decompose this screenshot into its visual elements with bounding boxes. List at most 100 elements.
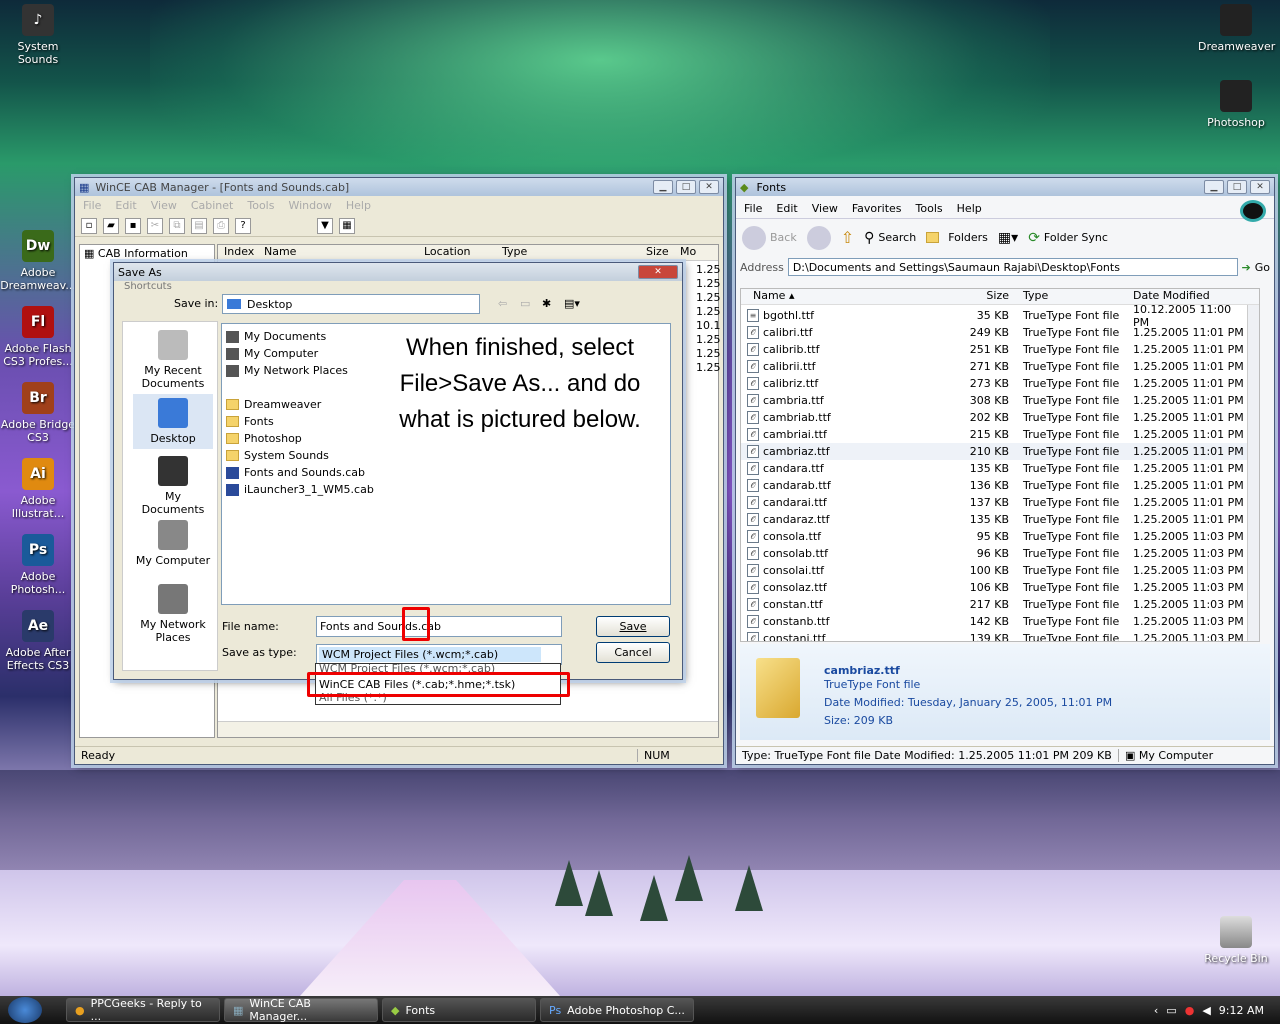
file-list-item[interactable]: Fonts and Sounds.cab (226, 464, 365, 481)
cut-icon[interactable]: ✂ (147, 217, 163, 234)
place-2[interactable]: My Documents (133, 456, 213, 516)
close-button[interactable]: ✕ (638, 265, 678, 279)
file-list-item[interactable]: Dreamweaver (226, 396, 321, 413)
table-row[interactable]: 𝒪candarab.ttf 136 KB TrueType Font file 1.2… (741, 477, 1249, 494)
file-list-item[interactable]: My Documents (226, 328, 326, 345)
properties-icon[interactable]: ▦ (339, 217, 355, 234)
desktop-icon[interactable]: Dw Adobe Dreamweav... (0, 230, 76, 292)
file-list-item[interactable]: Fonts (226, 413, 274, 430)
print-icon[interactable]: ⎙ (213, 217, 229, 234)
minimize-button[interactable]: ▁ (653, 180, 673, 194)
table-row[interactable]: 𝒪constanb.ttf 142 KB TrueType Font file 1.2… (741, 613, 1249, 630)
task-wince-cab[interactable]: ▦ WinCE CAB Manager... (224, 997, 378, 1023)
table-row[interactable]: 𝒪consolai.ttf 100 KB TrueType Font file 1.2… (741, 562, 1249, 579)
file-list-item[interactable]: Photoshop (226, 430, 302, 447)
col-type[interactable]: Type (1013, 289, 1125, 304)
table-row[interactable]: 𝒪consola.ttf 95 KB TrueType Font file 1.25.… (741, 528, 1249, 545)
save-button[interactable]: Save (596, 616, 670, 637)
security-icon[interactable]: ● (1185, 1004, 1195, 1017)
desktop-icon[interactable]: Ae Adobe After Effects CS3 (0, 610, 76, 672)
maximize-button[interactable]: □ (1227, 180, 1247, 194)
desktop-icon[interactable]: Ai Adobe Illustrat... (0, 458, 76, 520)
col-size[interactable]: Size (921, 289, 1013, 304)
minimize-button[interactable]: ▁ (1204, 180, 1224, 194)
table-row[interactable]: 𝒪calibriz.ttf 273 KB TrueType Font file 1.2… (741, 375, 1249, 392)
save-as-titlebar[interactable]: Save As ✕ (114, 263, 682, 281)
table-row[interactable]: 𝒪candarai.ttf 137 KB TrueType Font file 1.2… (741, 494, 1249, 511)
task-photoshop[interactable]: Ps Adobe Photoshop C... (540, 998, 694, 1022)
desktop-icon-photoshop[interactable]: Photoshop (1198, 80, 1274, 129)
menu-item[interactable]: Favorites (852, 202, 902, 215)
folder-sync-button[interactable]: ⟳ Folder Sync (1028, 230, 1108, 246)
menu-item[interactable]: Tools (247, 199, 274, 212)
menu-item[interactable]: Help (957, 202, 982, 215)
table-row[interactable]: 𝒪calibrii.ttf 271 KB TrueType Font file 1.2… (741, 358, 1249, 375)
copy-icon[interactable]: ⧉ (169, 217, 185, 234)
new-folder-icon[interactable]: ✱ (542, 297, 551, 310)
horizontal-scrollbar[interactable] (218, 721, 718, 737)
network-icon[interactable]: ▭ (1166, 1004, 1176, 1017)
table-row[interactable]: 𝒪consolab.ttf 96 KB TrueType Font file 1.25… (741, 545, 1249, 562)
views-icon[interactable]: ▦▾ (998, 230, 1018, 246)
start-button[interactable] (0, 996, 50, 1024)
table-row[interactable]: 𝒪calibrib.ttf 251 KB TrueType Font file 1.2… (741, 341, 1249, 358)
back-arrow-icon[interactable]: ⇦ (498, 297, 507, 310)
desktop-icon[interactable]: Fl Adobe Flash CS3 Profes... (0, 306, 76, 368)
save-icon[interactable]: ▪ (125, 217, 141, 234)
place-3[interactable]: My Computer (133, 520, 213, 567)
folders-button[interactable]: Folders (926, 231, 988, 244)
filename-input[interactable]: Fonts and Sounds.cab (316, 616, 562, 637)
table-row[interactable]: 𝒪cambriaz.ttf 210 KB TrueType Font file 1.2… (741, 443, 1249, 460)
open-icon[interactable]: ▰ (103, 217, 119, 234)
file-list-item[interactable]: System Sounds (226, 447, 329, 464)
fonts-titlebar[interactable]: ◆ Fonts ▁ □ ✕ (736, 178, 1274, 196)
maximize-button[interactable]: □ (676, 180, 696, 194)
menu-item[interactable]: Help (346, 199, 371, 212)
menu-item[interactable]: View (812, 202, 838, 215)
place-0[interactable]: My Recent Documents (133, 330, 213, 390)
desktop-icon-recycle-bin[interactable]: Recycle Bin (1198, 916, 1274, 965)
desktop-icon[interactable]: ♪ System Sounds (0, 4, 76, 66)
tray-expand-icon[interactable]: ‹ (1154, 1004, 1158, 1017)
table-row[interactable]: 𝒪calibri.ttf 249 KB TrueType Font file 1.25… (741, 324, 1249, 341)
menu-item[interactable]: Tools (916, 202, 943, 215)
col-type[interactable]: Type (496, 245, 646, 260)
go-arrow-icon[interactable]: ➔ (1242, 261, 1251, 274)
tree-root[interactable]: ▦ CAB Information (80, 245, 214, 262)
new-icon[interactable]: ▫ (81, 217, 97, 234)
search-button[interactable]: ⚲ Search (864, 230, 916, 246)
col-name[interactable]: Name ▴ (741, 289, 921, 304)
clock[interactable]: 9:12 AM (1219, 1004, 1264, 1017)
paste-icon[interactable]: ▤ (191, 217, 207, 234)
col-size[interactable]: Size (646, 245, 676, 260)
col-name[interactable]: Name (258, 245, 418, 260)
table-row[interactable]: 𝒪cambriab.ttf 202 KB TrueType Font file 1.2… (741, 409, 1249, 426)
up-folder-icon[interactable]: ⇧ (841, 228, 854, 247)
desktop-icon[interactable]: Ps Adobe Photosh... (0, 534, 76, 596)
table-row[interactable]: 𝒪candaraz.ttf 135 KB TrueType Font file 1.2… (741, 511, 1249, 528)
col-location[interactable]: Location (418, 245, 496, 260)
menu-item[interactable]: View (151, 199, 177, 212)
cab-titlebar[interactable]: ▦ WinCE CAB Manager - [Fonts and Sounds.… (75, 178, 723, 196)
cancel-button[interactable]: Cancel (596, 642, 670, 663)
col-index[interactable]: Index (218, 245, 258, 260)
table-row[interactable]: 𝒪constani.ttf 139 KB TrueType Font file 1.2… (741, 630, 1249, 641)
menu-item[interactable]: Cabinet (191, 199, 234, 212)
desktop-icon[interactable]: Br Adobe Bridge CS3 (0, 382, 76, 444)
forward-button[interactable] (806, 225, 831, 250)
table-row[interactable]: ≡ bgothl.ttf 35 KB TrueType Font file 10.12.… (741, 303, 1249, 329)
table-row[interactable]: 𝒪cambria.ttf 308 KB TrueType Font file 1.25… (741, 392, 1249, 409)
file-list-item[interactable]: My Network Places (226, 362, 348, 379)
desktop-icon-dreamweaver[interactable]: Dreamweaver (1198, 4, 1275, 53)
table-row[interactable]: 𝒪constan.ttf 217 KB TrueType Font file 1.25… (741, 596, 1249, 613)
save-in-select[interactable]: Desktop (222, 294, 480, 314)
menu-item[interactable]: Window (288, 199, 331, 212)
menu-item[interactable]: File (83, 199, 101, 212)
file-list-item[interactable]: iLauncher3_1_WM5.cab (226, 481, 374, 498)
place-1[interactable]: Desktop (133, 394, 213, 449)
table-row[interactable]: 𝒪cambriai.ttf 215 KB TrueType Font file 1.2… (741, 426, 1249, 443)
task-ppcgeeks[interactable]: ● PPCGeeks - Reply to ... (66, 997, 220, 1023)
close-button[interactable]: ✕ (1250, 180, 1270, 194)
col-modified[interactable]: Mo (676, 245, 700, 260)
export-icon[interactable]: ▼ (317, 217, 333, 234)
